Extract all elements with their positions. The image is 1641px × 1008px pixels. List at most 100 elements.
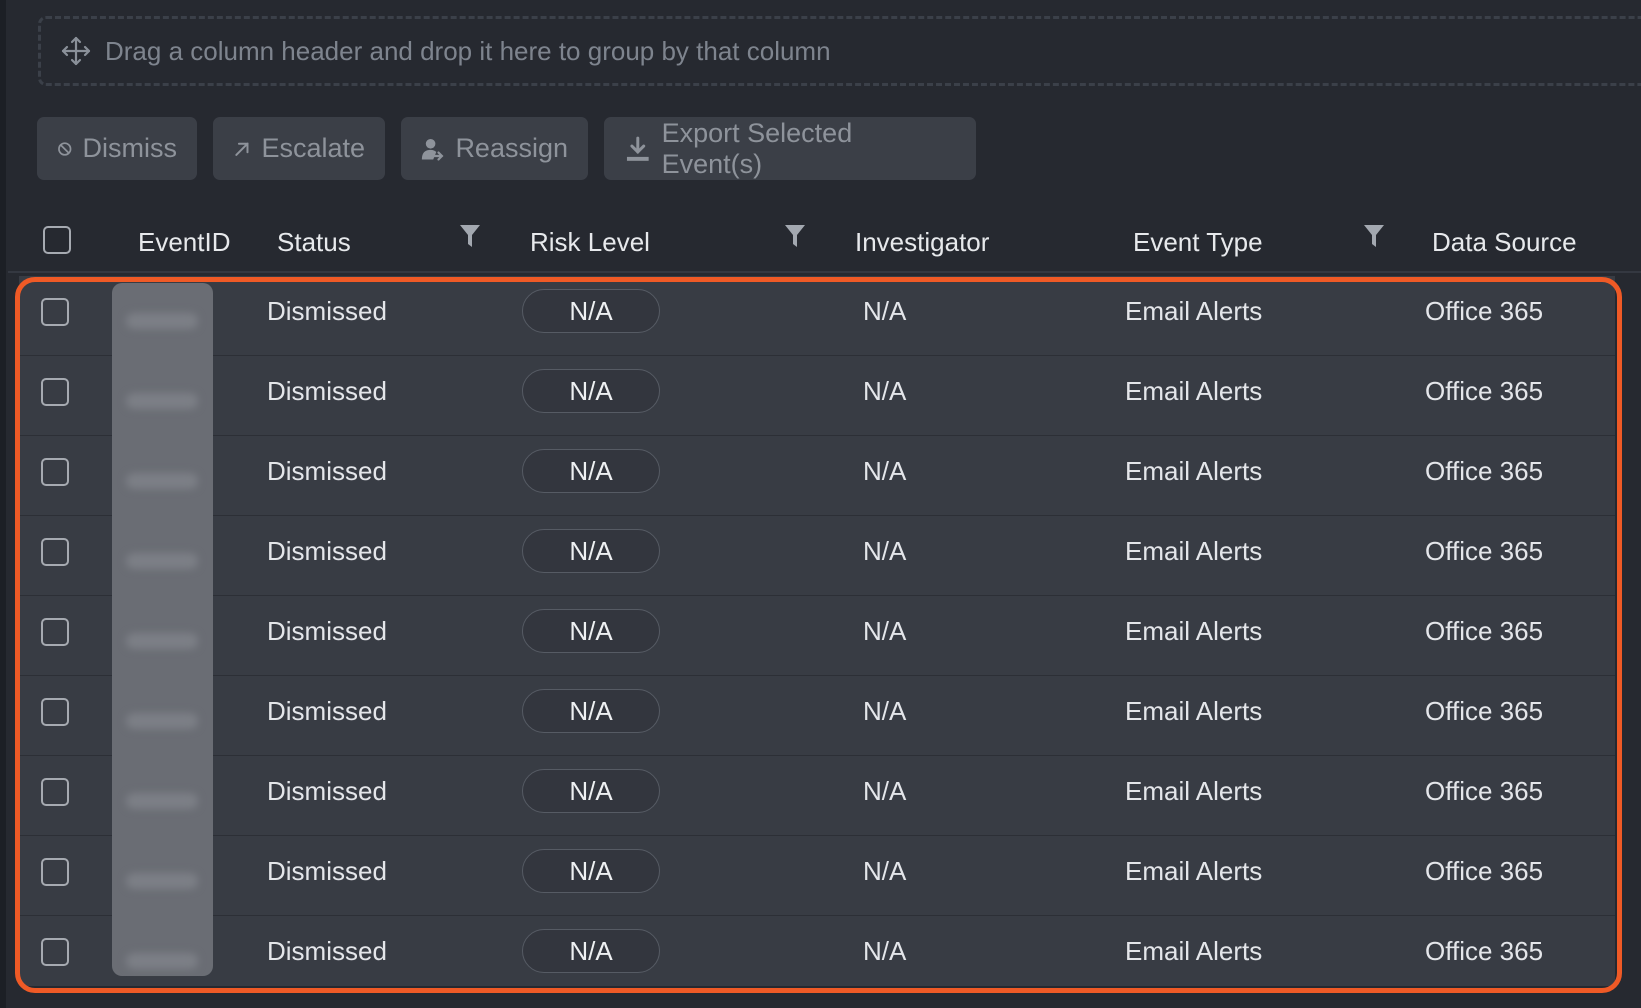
risk-level-badge: N/A — [522, 609, 660, 653]
user-arrow-icon — [421, 138, 444, 161]
event-type-cell: Email Alerts — [1125, 376, 1263, 406]
grid-header: EventID Status Risk Level Investigator E… — [8, 213, 1641, 273]
event-type-cell: Email Alerts — [1125, 936, 1263, 966]
risk-level-value: N/A — [569, 535, 613, 566]
column-header-risk-level[interactable]: Risk Level — [530, 227, 650, 258]
event-type-filter-icon[interactable] — [1363, 223, 1385, 249]
table-row[interactable]: Dismissed N/A N/A Email Alerts Office 36… — [19, 356, 1615, 436]
row-checkbox[interactable] — [41, 618, 69, 646]
column-header-event-type[interactable]: Event Type — [1133, 227, 1263, 258]
redacted-eventid — [126, 553, 198, 569]
investigator-cell: N/A — [863, 536, 907, 566]
group-by-drop-zone[interactable]: Drag a column header and drop it here to… — [38, 16, 1641, 86]
data-source-cell: Office 365 — [1425, 536, 1544, 566]
table-row[interactable]: Dismissed N/A N/A Email Alerts Office 36… — [19, 836, 1615, 916]
dismiss-label: Dismiss — [82, 133, 178, 163]
column-header-data-source[interactable]: Data Source — [1432, 227, 1577, 258]
row-checkbox[interactable] — [41, 778, 69, 806]
event-type-cell: Email Alerts — [1125, 696, 1263, 726]
status-cell: Dismissed — [267, 536, 387, 566]
row-checkbox[interactable] — [41, 378, 69, 406]
select-all-checkbox[interactable] — [43, 226, 71, 254]
event-type-cell: Email Alerts — [1125, 776, 1263, 806]
redacted-eventid — [126, 873, 198, 889]
risk-level-value: N/A — [569, 935, 613, 966]
data-source-cell: Office 365 — [1425, 696, 1544, 726]
risk-level-badge: N/A — [522, 289, 660, 333]
reassign-button[interactable]: Reassign — [401, 117, 588, 180]
risk-level-value: N/A — [569, 695, 613, 726]
status-cell: Dismissed — [267, 696, 387, 726]
status-cell: Dismissed — [267, 856, 387, 886]
event-rows: Dismissed N/A N/A Email Alerts Office 36… — [19, 276, 1615, 986]
table-row[interactable]: Dismissed N/A N/A Email Alerts Office 36… — [19, 276, 1615, 356]
column-header-investigator[interactable]: Investigator — [855, 227, 989, 258]
risk-level-filter-icon[interactable] — [784, 223, 806, 249]
risk-level-badge: N/A — [522, 929, 660, 973]
risk-level-badge: N/A — [522, 529, 660, 573]
table-row[interactable]: Dismissed N/A N/A Email Alerts Office 36… — [19, 676, 1615, 756]
investigator-cell: N/A — [863, 616, 907, 646]
ban-icon — [58, 141, 72, 156]
risk-level-badge: N/A — [522, 849, 660, 893]
status-cell: Dismissed — [267, 456, 387, 486]
redacted-eventid — [126, 393, 198, 409]
download-icon — [626, 136, 649, 161]
risk-level-badge: N/A — [522, 449, 660, 493]
export-selected-button[interactable]: Export Selected Event(s) — [604, 117, 976, 180]
escalate-button[interactable]: Escalate — [213, 117, 385, 180]
status-cell: Dismissed — [267, 296, 387, 326]
dismiss-button[interactable]: Dismiss — [37, 117, 197, 180]
table-row[interactable]: Dismissed N/A N/A Email Alerts Office 36… — [19, 756, 1615, 836]
data-source-cell: Office 365 — [1425, 936, 1544, 966]
investigator-cell: N/A — [863, 776, 907, 806]
investigator-cell: N/A — [863, 296, 907, 326]
row-checkbox[interactable] — [41, 858, 69, 886]
export-label: Export Selected Event(s) — [661, 117, 853, 179]
data-source-cell: Office 365 — [1425, 856, 1544, 886]
row-checkbox[interactable] — [41, 458, 69, 486]
column-header-eventid[interactable]: EventID — [138, 227, 231, 258]
investigator-cell: N/A — [863, 696, 907, 726]
table-row[interactable]: Dismissed N/A N/A Email Alerts Office 36… — [19, 916, 1615, 996]
row-checkbox[interactable] — [41, 298, 69, 326]
status-cell: Dismissed — [267, 376, 387, 406]
redacted-eventid — [126, 953, 198, 969]
event-type-cell: Email Alerts — [1125, 616, 1263, 646]
risk-level-value: N/A — [569, 455, 613, 486]
column-header-status[interactable]: Status — [277, 227, 351, 258]
data-source-cell: Office 365 — [1425, 616, 1544, 646]
status-filter-icon[interactable] — [459, 223, 481, 249]
investigator-cell: N/A — [863, 456, 907, 486]
risk-level-badge: N/A — [522, 369, 660, 413]
table-row[interactable]: Dismissed N/A N/A Email Alerts Office 36… — [19, 596, 1615, 676]
event-type-cell: Email Alerts — [1125, 456, 1263, 486]
redacted-eventid-column — [112, 283, 213, 976]
risk-level-badge: N/A — [522, 689, 660, 733]
row-checkbox[interactable] — [41, 538, 69, 566]
risk-level-value: N/A — [569, 855, 613, 886]
escalate-label: Escalate — [261, 133, 365, 163]
row-checkbox[interactable] — [41, 938, 69, 966]
redacted-eventid — [126, 473, 198, 489]
event-type-cell: Email Alerts — [1125, 296, 1263, 326]
row-checkbox[interactable] — [41, 698, 69, 726]
redacted-eventid — [126, 633, 198, 649]
status-cell: Dismissed — [267, 616, 387, 646]
table-row[interactable]: Dismissed N/A N/A Email Alerts Office 36… — [19, 436, 1615, 516]
group-by-hint: Drag a column header and drop it here to… — [105, 35, 831, 66]
status-cell: Dismissed — [267, 776, 387, 806]
data-source-cell: Office 365 — [1425, 296, 1544, 326]
investigator-cell: N/A — [863, 936, 907, 966]
table-row[interactable]: Dismissed N/A N/A Email Alerts Office 36… — [19, 516, 1615, 596]
redacted-eventid — [126, 313, 198, 329]
investigator-cell: N/A — [863, 856, 907, 886]
status-cell: Dismissed — [267, 936, 387, 966]
data-source-cell: Office 365 — [1425, 456, 1544, 486]
event-type-cell: Email Alerts — [1125, 536, 1263, 566]
move-icon — [61, 36, 91, 66]
event-type-cell: Email Alerts — [1125, 856, 1263, 886]
reassign-label: Reassign — [455, 133, 568, 163]
risk-level-value: N/A — [569, 375, 613, 406]
risk-level-value: N/A — [569, 775, 613, 806]
